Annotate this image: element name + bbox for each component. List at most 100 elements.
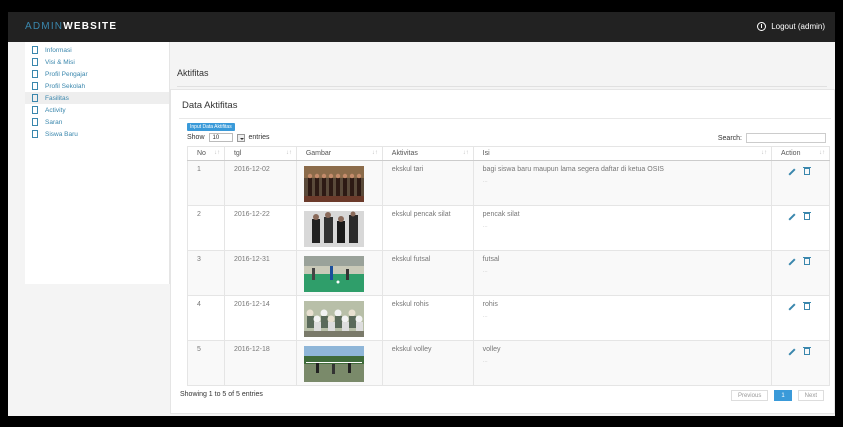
sidebar-item-saran[interactable]: Saran [25,116,169,128]
activity-image [303,211,364,247]
column-label: Aktivitas [391,150,418,157]
input-data-button[interactable]: Input Data Aktifitas [187,123,235,131]
cell-gambar [295,160,383,206]
cell-no: 1 [187,160,225,206]
cell-no: 3 [187,250,225,296]
cell-no: 5 [187,340,225,386]
trash-icon[interactable] [803,302,812,310]
show-label: Show [187,134,205,141]
cell-no: 2 [187,205,225,251]
search-filter: Search: [718,133,826,143]
sort-icon: ↓↑ [819,150,825,156]
column-header-gambar[interactable]: Gambar ↓↑ [295,146,383,161]
cell-isi: rohis... [472,295,773,341]
cell-isi: volley... [472,340,773,386]
panel-title: Data Aktifitas [182,100,238,111]
sidebar-item-profil-sekolah[interactable]: Profil Sekolah [25,80,169,92]
table-info: Showing 1 to 5 of 5 entries [180,391,263,398]
file-icon [32,58,38,66]
column-header-tgl[interactable]: tgl ↓↑ [223,146,297,161]
column-label: Isi [482,150,490,157]
column-label: No [197,150,206,157]
edit-icon[interactable] [788,213,796,221]
chevron-down-icon[interactable] [236,133,245,142]
isi-text: rohis [482,301,498,308]
file-icon [32,118,38,126]
file-icon [32,46,38,54]
column-header-action[interactable]: Action ↓↑ [771,146,830,161]
isi-more: ... [482,223,488,229]
file-icon [32,82,38,90]
cell-tgl: 2016-12-22 [223,205,297,251]
cell-gambar [295,205,383,251]
trash-icon[interactable] [803,257,812,265]
file-icon [32,94,38,102]
cell-gambar [295,340,383,386]
trash-icon[interactable] [803,167,812,175]
file-icon [32,70,38,78]
sidebar-item-siswa-baru[interactable]: Siswa Baru [25,128,169,140]
previous-page-button[interactable]: Previous [730,390,769,401]
sidebar-item-label: Siswa Baru [45,130,78,138]
cell-action [771,250,830,296]
activity-image [303,166,364,202]
app-frame: ADMINWEBSITE Logout (admin) Informasi Vis… [8,12,835,416]
table-row: 4 2016-12-14 ekskul rohis rohis... [187,295,830,341]
sidebar-item-label: Visi & Misi [45,58,75,66]
column-header-aktivitas[interactable]: Aktivitas ↓↑ [381,146,474,161]
sidebar-item-fasilitas[interactable]: Fasilitas [25,92,169,104]
edit-icon[interactable] [788,303,796,311]
activity-image [303,256,364,292]
sidebar-item-informasi[interactable]: Informasi [25,44,169,56]
cell-gambar [295,250,383,296]
sidebar-item-profil-pengajar[interactable]: Profil Pengajar [25,68,169,80]
edit-icon[interactable] [788,258,796,266]
page-title: Aktifitas [177,68,209,78]
sort-icon: ↓↑ [462,150,469,156]
sidebar-item-visi-misi[interactable]: Visi & Misi [25,56,169,68]
column-header-no[interactable]: No ↓↑ [187,146,225,161]
cell-no: 4 [187,295,225,341]
next-page-button[interactable]: Next [797,390,824,401]
activity-image [303,346,364,382]
sidebar: Informasi Visi & Misi Profil Pengajar Profi… [25,42,170,284]
brand-prefix: ADMIN [25,21,64,32]
isi-text: futsal [482,256,500,263]
power-icon [757,22,767,31]
isi-more: ... [482,358,488,364]
page-1-button[interactable]: 1 [774,390,792,401]
edit-icon[interactable] [788,348,796,356]
data-table: No ↓↑ tgl ↓↑ Gambar ↓↑ Aktivitas ↓↑ Isi ↓↑ Ac… [187,146,830,386]
cell-tgl: 2016-12-18 [223,340,297,386]
column-header-isi[interactable]: Isi ↓↑ [472,146,773,161]
sidebar-item-activity[interactable]: Activity [25,104,169,116]
brand-logo[interactable]: ADMINWEBSITE [25,21,117,32]
logout-link[interactable]: Logout (admin) [757,22,825,31]
isi-text: bagi siswa baru maupun lama segera dafta… [482,166,664,173]
isi-text: volley [482,346,501,353]
logout-label: Logout (admin) [771,22,825,31]
sidebar-item-label: Fasilitas [45,94,69,102]
entries-select[interactable]: 10 [208,133,233,142]
sort-icon: ↓↑ [761,150,768,156]
column-label: tgl [233,150,242,157]
sidebar-item-label: Activity [45,106,66,114]
trash-icon[interactable] [803,212,812,220]
table-row: 3 2016-12-31 ekskul futsal futsal... [187,250,830,296]
cell-action [771,340,830,386]
cell-action [771,160,830,206]
search-input[interactable] [746,133,826,143]
cell-action [771,295,830,341]
top-navbar: ADMINWEBSITE Logout (admin) [8,12,835,42]
edit-icon[interactable] [788,168,796,176]
sidebar-item-label: Informasi [45,46,72,54]
file-icon [32,106,38,114]
cell-isi: bagi siswa baru maupun lama segera dafta… [472,160,773,206]
cell-tgl: 2016-12-31 [223,250,297,296]
data-panel: Data Aktifitas Input Data Aktifitas Show… [170,89,835,414]
divider [179,118,831,119]
trash-icon[interactable] [803,347,812,355]
cell-isi: futsal... [472,250,773,296]
cell-aktivitas: ekskul tari [381,160,474,206]
column-label: Action [781,150,801,157]
